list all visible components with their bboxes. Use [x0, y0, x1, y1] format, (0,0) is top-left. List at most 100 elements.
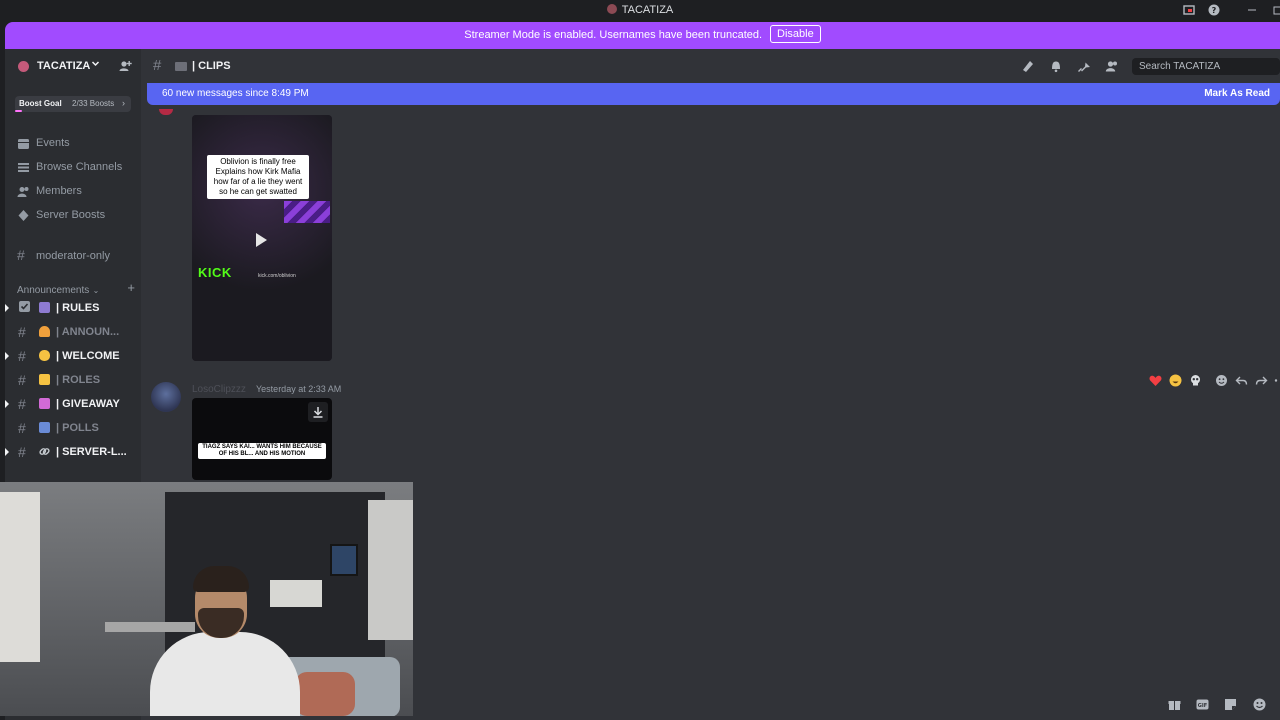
avatar[interactable] — [151, 382, 181, 412]
chevron-right-icon: › — [122, 98, 125, 108]
gift-icon[interactable] — [1168, 698, 1181, 711]
channel-roles[interactable]: # | ROLES — [5, 370, 141, 390]
add-reaction-icon[interactable] — [1215, 374, 1228, 387]
hash-icon: # — [18, 324, 26, 340]
emoji-icon — [39, 302, 50, 313]
nav-browse-channels-label: Browse Channels — [36, 161, 123, 173]
emoji-icon — [39, 398, 50, 409]
webcam-desk — [105, 622, 195, 632]
nav-members[interactable]: Members — [17, 183, 137, 201]
server-icon — [18, 61, 29, 72]
webcam-picture-frame — [330, 544, 358, 576]
channel-giveaway[interactable]: # | GIVEAWAY — [5, 394, 141, 414]
boost-goal[interactable]: Boost Goal 2/33 Boosts › — [15, 96, 131, 112]
channel-name: | CLIPS — [192, 60, 231, 72]
member-list-icon[interactable] — [1105, 59, 1119, 73]
nav-server-boosts[interactable]: Server Boosts — [17, 207, 137, 225]
boost-goal-count: 2/33 Boosts — [72, 99, 115, 108]
hash-icon: # — [18, 444, 26, 460]
hash-icon: # — [18, 348, 26, 364]
reply-icon[interactable] — [1235, 374, 1248, 387]
unread-indicator — [5, 400, 9, 408]
video-attachment[interactable]: TIAGZ SAYS KAI... WANTS HIM BECAUSE OF H… — [192, 398, 332, 480]
webcam-blanket — [295, 672, 355, 716]
invite-people-icon[interactable] — [118, 59, 132, 73]
app-logo-icon — [606, 4, 617, 14]
channel-welcome[interactable]: # | WELCOME — [5, 346, 141, 366]
emoji-icon — [39, 374, 50, 385]
laugh-reaction-icon[interactable] — [1169, 374, 1182, 387]
gif-icon[interactable]: GIF — [1196, 698, 1209, 711]
message-timestamp: Yesterday at 2:33 AM — [256, 384, 342, 394]
chevron-down-icon: ⌄ — [92, 286, 100, 295]
threads-icon[interactable] — [1021, 59, 1035, 73]
nav-events[interactable]: Events — [17, 135, 137, 153]
emoji-icon — [39, 350, 50, 361]
unread-indicator — [5, 304, 9, 312]
hash-icon: # — [17, 247, 25, 263]
heart-reaction-icon[interactable] — [1149, 374, 1162, 387]
disable-streamer-mode-button[interactable]: Disable — [770, 25, 821, 43]
channel-polls[interactable]: # | POLLS — [5, 418, 141, 438]
bell-icon[interactable] — [1049, 59, 1063, 73]
inbox-icon[interactable] — [1182, 4, 1196, 18]
channel-moderator-only-label: moderator-only — [36, 250, 110, 262]
more-icon[interactable] — [1273, 374, 1280, 387]
channel-label: | ANNOUN... — [56, 326, 120, 338]
play-icon[interactable] — [256, 233, 267, 247]
help-icon[interactable]: ? — [1207, 4, 1221, 18]
category-announcements[interactable]: Announcements ⌄ + — [17, 280, 135, 296]
create-channel-icon[interactable]: + — [127, 280, 135, 295]
video-caption: TIAGZ SAYS KAI... WANTS HIM BECAUSE OF H… — [198, 443, 326, 459]
webcam-door-right — [368, 500, 413, 640]
search-placeholder: Search TACATIZA — [1139, 61, 1221, 72]
channel-moderator-only[interactable]: # moderator-only — [17, 247, 137, 266]
list-icon — [17, 161, 30, 174]
avatar[interactable] — [159, 109, 173, 115]
channel-server-links[interactable]: # | SERVER-L... — [5, 442, 141, 462]
new-messages-bar[interactable]: 60 new messages since 8:49 PM Mark As Re… — [147, 83, 1280, 105]
maximize-icon[interactable] — [1270, 4, 1280, 18]
search-input[interactable]: Search TACATIZA — [1132, 58, 1280, 75]
nav-server-boosts-label: Server Boosts — [36, 209, 106, 221]
hash-icon: # — [18, 420, 26, 436]
channel-label: | RULES — [56, 302, 100, 314]
channel-announcements[interactable]: # | ANNOUN... — [5, 322, 141, 342]
svg-text:GIF: GIF — [1198, 703, 1207, 709]
channel-header: # | CLIPS Search TACATIZA — [141, 49, 1280, 83]
title-bar: TACATIZA ? — [0, 0, 1280, 22]
webcam-air-conditioner — [270, 580, 322, 607]
pin-icon[interactable] — [1077, 59, 1091, 73]
new-messages-text: 60 new messages since 8:49 PM — [162, 88, 309, 99]
forward-icon[interactable] — [1255, 374, 1268, 387]
channel-label: | ROLES — [56, 374, 101, 386]
server-header[interactable]: TACATIZA — [5, 49, 141, 83]
minimize-icon[interactable] — [1245, 4, 1259, 18]
emoji-picker-icon[interactable] — [1253, 698, 1266, 711]
nav-members-label: Members — [36, 185, 82, 197]
skull-reaction-icon[interactable] — [1189, 374, 1202, 387]
webcam-person-hair — [193, 566, 249, 592]
download-icon[interactable] — [308, 402, 328, 422]
video-graphic — [284, 201, 330, 223]
nav-browse-channels[interactable]: Browse Channels — [17, 159, 137, 177]
webcam-door — [0, 492, 40, 662]
unread-indicator — [5, 448, 9, 456]
nav-events-label: Events — [36, 137, 70, 149]
kick-logo: KICK — [198, 265, 232, 280]
sticker-icon[interactable] — [1224, 698, 1237, 711]
svg-text:?: ? — [1212, 6, 1217, 15]
boost-goal-label: Boost Goal — [19, 99, 62, 108]
boost-progress-bar — [15, 110, 22, 112]
streamer-mode-banner: Streamer Mode is enabled. Usernames have… — [5, 22, 1280, 49]
webcam-overlay — [0, 482, 413, 716]
window-title: TACATIZA — [0, 4, 1280, 16]
webcam-person-body — [150, 632, 300, 716]
message-author[interactable]: LosoClipzzz — [192, 384, 246, 395]
hash-icon: # — [18, 372, 26, 388]
mark-as-read-button[interactable]: Mark As Read — [1204, 88, 1270, 99]
video-attachment[interactable]: Oblivion is finally free Explains how Ki… — [192, 115, 332, 361]
channel-rules[interactable]: | RULES — [5, 298, 141, 318]
channel-label: | POLLS — [56, 422, 99, 434]
hash-icon: # — [153, 57, 162, 74]
